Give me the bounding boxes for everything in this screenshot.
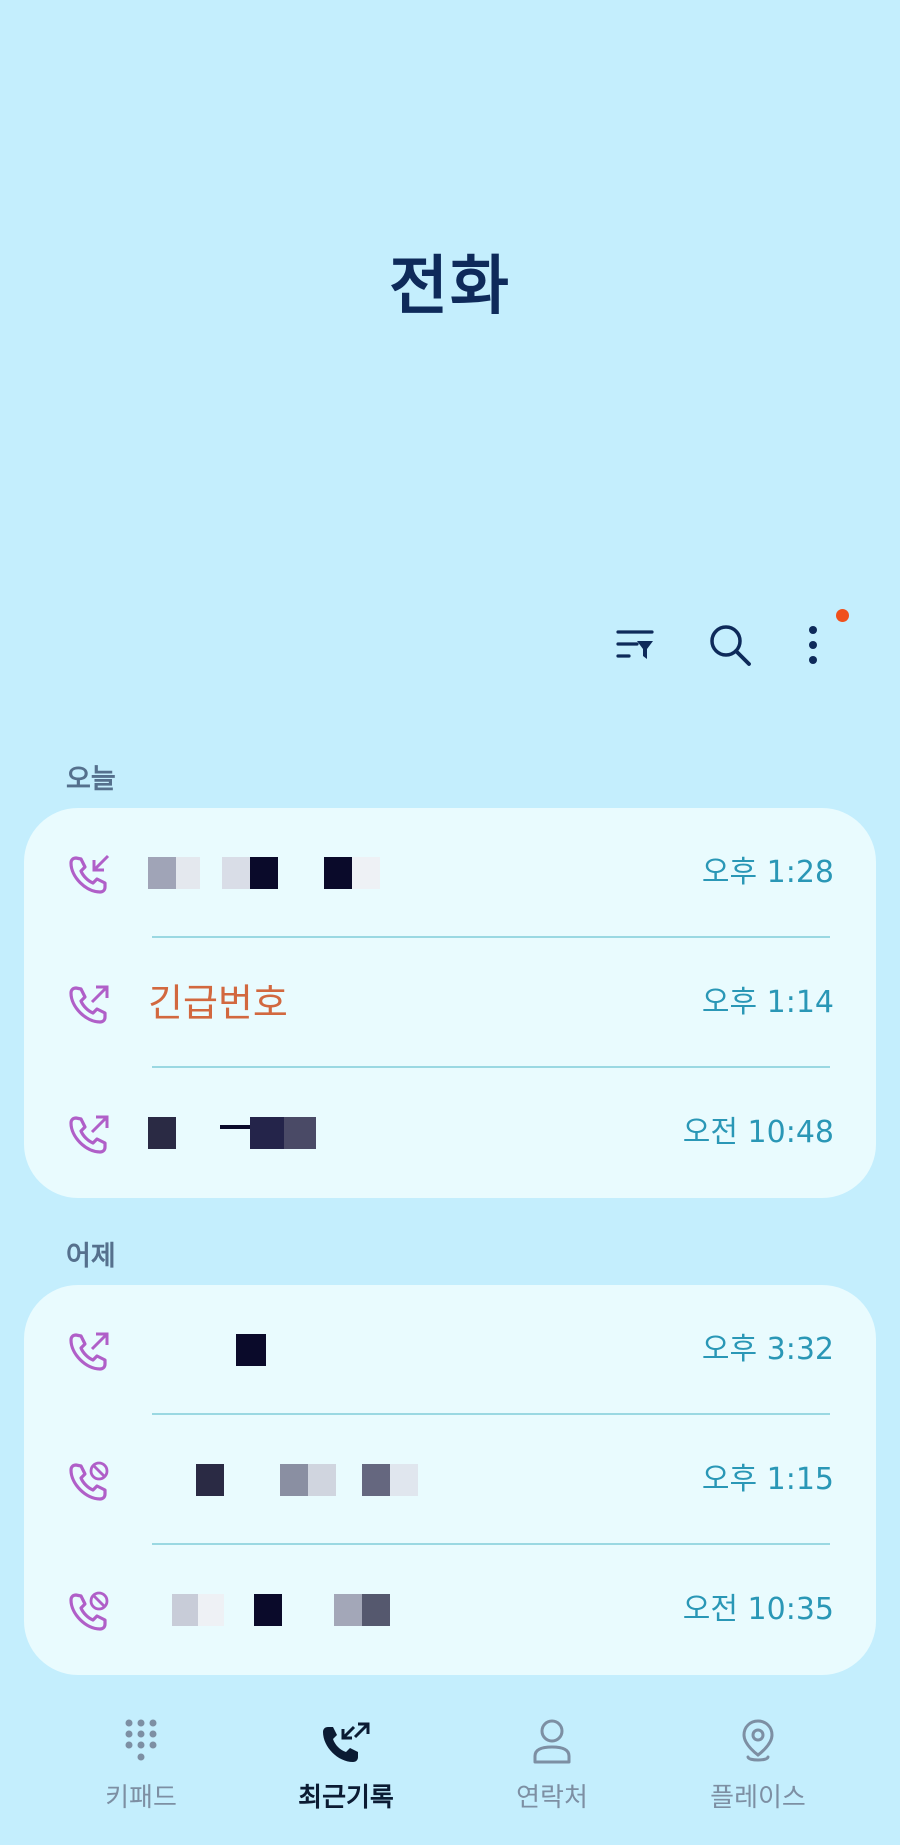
call-log-card-today: 오후 1:28 긴급번호 오후 1:14 오전 10:48: [24, 808, 876, 1198]
filter-list-icon: [616, 630, 654, 659]
call-log-row[interactable]: 오후 3:32: [24, 1285, 876, 1415]
section-label-yesterday: 어제: [66, 1241, 116, 1272]
caller-name: [148, 1110, 316, 1156]
caller-name: [148, 1457, 418, 1503]
call-log-row[interactable]: 오전 10:48: [24, 1068, 876, 1198]
nav-tab-places[interactable]: 플레이스: [658, 1715, 858, 1814]
rejected-call-icon: [69, 1461, 109, 1501]
search-button[interactable]: [700, 615, 760, 675]
bottom-navigation: 키패드 최근기록 연락처 플레이스: [0, 1715, 900, 1845]
caller-name: 긴급번호: [148, 981, 288, 1025]
call-time: 오전 10:48: [682, 1115, 834, 1150]
call-log-row[interactable]: 오후 1:28: [24, 808, 876, 938]
recent-calls-icon: [323, 1722, 370, 1762]
more-vertical-icon: [809, 626, 817, 664]
call-time: 오후 3:32: [701, 1332, 834, 1367]
call-time: 오후 1:15: [701, 1462, 834, 1497]
call-log-card-yesterday: 오후 3:32 오후 1:15 오전 10:35: [24, 1285, 876, 1675]
caller-name: [148, 850, 380, 896]
page-title: 전화: [389, 250, 511, 324]
redacted-number: [148, 1457, 418, 1503]
section-label-today: 오늘: [66, 764, 116, 795]
call-time: 오후 1:28: [701, 855, 834, 890]
more-options-button[interactable]: [783, 615, 843, 675]
nav-tab-recents[interactable]: 최근기록: [246, 1715, 446, 1814]
redacted-number: [148, 1587, 390, 1633]
nav-tab-keypad[interactable]: 키패드: [41, 1715, 241, 1814]
nav-label-contacts: 연락처: [516, 1783, 588, 1813]
call-log-row[interactable]: 오전 10:35: [24, 1545, 876, 1675]
nav-label-keypad: 키패드: [105, 1783, 177, 1813]
search-icon: [710, 625, 751, 666]
outgoing-call-icon: [69, 1332, 109, 1371]
keypad-icon: [125, 1719, 157, 1761]
outgoing-call-icon: [69, 1115, 109, 1154]
call-log-row[interactable]: 오후 1:15: [24, 1415, 876, 1545]
notification-dot: [836, 609, 849, 622]
incoming-call-icon: [69, 854, 110, 894]
nav-label-places: 플레이스: [710, 1783, 806, 1813]
call-time: 오전 10:35: [682, 1592, 834, 1627]
call-time: 오후 1:14: [701, 985, 834, 1020]
nav-label-recents: 최근기록: [298, 1783, 394, 1813]
nav-tab-contacts[interactable]: 연락처: [452, 1715, 652, 1814]
caller-name: [148, 1587, 390, 1633]
call-log-row[interactable]: 긴급번호 오후 1:14: [24, 938, 876, 1068]
redacted-name: [148, 1327, 266, 1373]
rejected-call-icon: [69, 1591, 109, 1631]
filter-button[interactable]: [605, 615, 665, 675]
contact-person-icon: [533, 1719, 571, 1764]
outgoing-call-icon: [69, 985, 109, 1024]
caller-name: [148, 1327, 266, 1373]
redacted-number: [148, 850, 380, 896]
location-pin-icon: [742, 1719, 774, 1762]
redacted-name: [148, 1110, 316, 1156]
